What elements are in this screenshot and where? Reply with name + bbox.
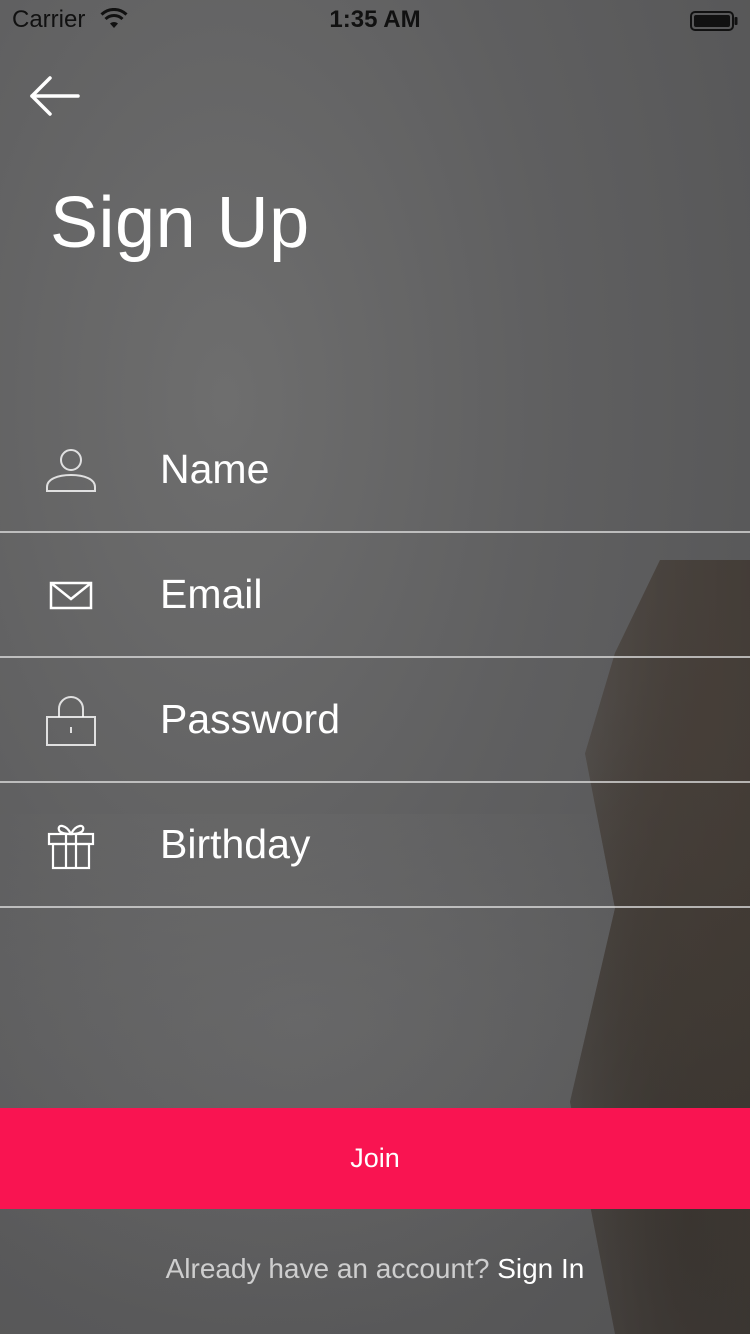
join-button[interactable]: Join [0,1108,750,1209]
status-bar: Carrier 1:35 AM [0,0,750,40]
gift-icon [47,824,95,869]
password-field-row [0,658,750,783]
back-arrow-icon [30,76,80,116]
name-input[interactable] [160,408,720,531]
signup-form [0,408,750,908]
status-time: 1:35 AM [329,6,421,33]
lock-icon [46,695,96,746]
birthday-field-row [0,783,750,908]
birthday-input[interactable] [160,783,720,906]
email-field-row [0,533,750,658]
name-field-row [0,408,750,533]
account-prompt-text: Already have an account? [165,1253,490,1284]
signin-link[interactable]: Sign In [497,1253,584,1284]
envelope-icon [49,581,93,609]
battery-icon [690,11,738,31]
signup-screen: Carrier 1:35 AM Sign Up Name Email Birth… [0,0,750,1334]
signin-prompt: Already have an account? Sign In [0,1253,750,1285]
back-button[interactable] [28,72,84,120]
person-icon [46,448,96,492]
password-input[interactable] [160,658,720,781]
email-input[interactable] [160,533,720,656]
page-title: Sign Up [50,183,310,263]
